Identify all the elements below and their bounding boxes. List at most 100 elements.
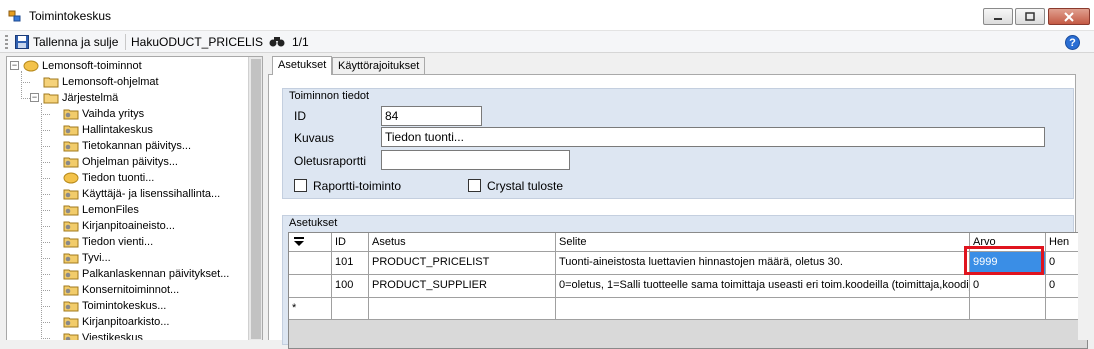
default-report-label: Oletusraportti [294,154,367,168]
default-report-field[interactable] [381,150,570,170]
cell-description[interactable]: Tuonti-aineistosta luettavien hinnastoje… [556,252,970,275]
tree-connector [41,114,50,115]
new-row-cell[interactable] [332,298,369,320]
outer-scrollbar[interactable] [1078,56,1094,340]
binoculars-icon[interactable] [269,35,285,48]
settings-grid[interactable]: ID Asetus Selite Arvo Hen 101 PRODUCT_PR… [288,232,1088,349]
folder-gear-icon [63,189,79,200]
cell-description[interactable]: 0=oletus, 1=Salli tuotteelle sama toimit… [556,275,970,298]
folder-gear-icon [63,109,79,120]
cell-id[interactable]: 100 [332,275,369,298]
tree-connector [41,146,50,147]
row-selector-icon [294,237,304,246]
tree-item-label: Kirjanpitoarkisto... [82,316,170,328]
function-tree[interactable]: − Lemonsoft-toiminnot Lemonsoft-ohjelmat − J… [6,56,263,340]
column-header-value[interactable]: Arvo [970,233,1046,252]
column-header-description[interactable]: Selite [556,233,970,252]
cell-setting[interactable]: PRODUCT_SUPPLIER [369,275,556,298]
tree-item-label: Toimintokeskus... [82,300,167,312]
folder-gear-icon [63,269,79,280]
tree-item[interactable]: Kirjanpitoarkisto... [63,314,169,330]
new-row-marker[interactable]: * [289,298,332,320]
tree-item[interactable]: Järjestelmä [43,90,118,106]
tree-expander-icon[interactable]: − [30,93,39,102]
tree-connector [41,338,50,339]
tree-item[interactable]: Viestikeskus [63,330,143,340]
settings-group: Asetukset ID Asetus Selite Arvo Hen 101 … [282,215,1088,349]
app-icon [8,10,21,22]
row-selector[interactable] [289,275,332,298]
folder-icon [43,77,59,88]
tree-connector [41,194,50,195]
cell-value-selected[interactable]: 9999 [970,252,1046,275]
new-row-cell[interactable] [970,298,1046,320]
column-header-id[interactable]: ID [332,233,369,252]
tree-scrollbar[interactable] [248,57,262,340]
maximize-button[interactable] [1015,8,1045,25]
tree-connector [41,103,42,340]
tree-item-label: Konsernitoiminnot... [82,284,180,296]
folder-gear-icon [63,285,79,296]
grid-row-header-corner[interactable] [289,233,332,252]
tree-item[interactable]: Käyttäjä- ja lisenssihallinta... [63,186,220,202]
tree-item[interactable]: Lemonsoft-ohjelmat [43,74,159,90]
toolbar-separator [125,34,126,50]
tree-item[interactable]: Toimintokeskus... [63,298,166,314]
tree-connector [41,178,50,179]
tree-connector [41,130,50,131]
tree-item[interactable]: Tiedon vienti... [63,234,153,250]
tree-item-label: Tiedon vienti... [82,236,154,248]
function-info-group: Toiminnon tiedot ID 84 Kuvaus Tiedon tuo… [282,88,1074,199]
tree-item[interactable]: Kirjanpitoaineisto... [63,218,175,234]
tree-item[interactable]: Tyvi... [63,250,111,266]
tree-scroll-thumb[interactable] [251,59,261,339]
folder-gear-icon [63,205,79,216]
save-and-close-button[interactable]: Tallenna ja sulje [33,34,118,51]
new-row-cell[interactable] [556,298,970,320]
folder-gear-icon [63,237,79,248]
tree-item[interactable]: Ohjelman päivitys... [63,154,178,170]
tree-item-label: Lemonsoft-toiminnot [42,60,142,72]
tree-item-label: Viestikeskus [82,332,143,340]
toolbar-grip[interactable] [5,35,8,49]
maximize-icon [1025,12,1035,21]
cell-value[interactable]: 0 [970,275,1046,298]
tree-item-label: Kirjanpitoaineisto... [82,220,175,232]
tree-connector [21,71,22,99]
tree-item-label: Palkanlaskennan päivitykset... [82,268,230,280]
row-selector[interactable] [289,252,332,275]
tree-connector [41,306,50,307]
tree-item[interactable]: Lemonsoft-toiminnot [23,58,142,74]
description-field[interactable]: Tiedon tuonti... [381,127,1045,147]
crystal-checkbox[interactable] [468,179,481,192]
tree-item[interactable]: Tietokannan päivitys... [63,138,191,154]
report-function-checkbox[interactable] [294,179,307,192]
column-header-setting[interactable]: Asetus [369,233,556,252]
new-row-cell[interactable] [369,298,556,320]
save-icon [15,35,29,49]
cell-setting[interactable]: PRODUCT_PRICELIST [369,252,556,275]
lemon-icon [63,172,79,184]
tree-item[interactable]: Palkanlaskennan päivitykset... [63,266,229,282]
tree-item[interactable]: Konsernitoiminnot... [63,282,179,298]
cell-id[interactable]: 101 [332,252,369,275]
close-button[interactable] [1048,8,1090,25]
folder-gear-icon [63,333,79,340]
id-field[interactable]: 84 [381,106,482,126]
tree-item-label: Lemonsoft-ohjelmat [62,76,159,88]
help-icon[interactable]: ? [1065,35,1080,50]
tab-kayttorajoitukset[interactable]: Käyttörajoitukset [332,57,426,74]
tree-item[interactable]: Hallintakeskus [63,122,153,138]
tree-connector [41,258,50,259]
tree-expander-icon[interactable]: − [10,61,19,70]
tree-item[interactable]: Tiedon tuonti... [63,170,154,186]
folder-icon [43,93,59,104]
search-input[interactable]: ODUCT_PRICELIST [159,34,263,51]
tab-asetukset[interactable]: Asetukset [272,56,333,75]
settings-group-title: Asetukset [289,217,338,229]
tree-item-label: Vaihda yritys [82,108,145,120]
tree-item-label: Käyttäjä- ja lisenssihallinta... [82,188,221,200]
tree-item[interactable]: Vaihda yritys [63,106,144,122]
minimize-button[interactable] [983,8,1013,25]
tree-item[interactable]: LemonFiles [63,202,139,218]
